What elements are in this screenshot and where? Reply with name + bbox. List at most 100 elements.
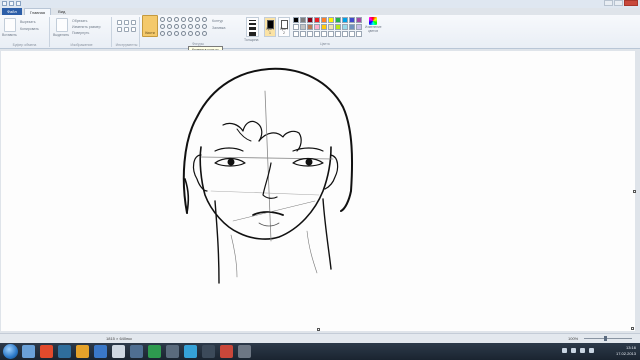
brushes-button[interactable]: Кисти [142, 15, 158, 37]
redo-icon[interactable] [16, 1, 21, 6]
size-button[interactable] [246, 17, 259, 37]
taskbar-app-icon[interactable] [58, 345, 71, 358]
hexagon-shape-icon[interactable] [181, 24, 186, 29]
curve-shape-icon[interactable] [167, 17, 172, 22]
fill-button[interactable]: Заливка [212, 26, 225, 30]
diamond-shape-icon[interactable] [167, 24, 172, 29]
arrow-down-shape-icon[interactable] [160, 31, 165, 36]
tab-home[interactable]: Главная [23, 8, 52, 15]
palette-color-swatch[interactable] [335, 17, 341, 23]
palette-color-swatch[interactable] [300, 17, 306, 23]
start-button[interactable] [3, 344, 18, 359]
eraser-icon[interactable] [117, 27, 122, 32]
star4-shape-icon[interactable] [167, 31, 172, 36]
callout-rect-shape-icon[interactable] [188, 31, 193, 36]
palette-color-swatch[interactable] [356, 17, 362, 23]
save-icon[interactable] [2, 1, 7, 6]
taskbar-app-icon[interactable] [202, 345, 215, 358]
taskbar-app-icon[interactable] [184, 345, 197, 358]
palette-color-swatch[interactable] [307, 24, 313, 30]
rectangle-shape-icon[interactable] [181, 17, 186, 22]
pencil-icon[interactable] [117, 20, 122, 25]
taskbar-app-icon[interactable] [40, 345, 53, 358]
taskbar-explorer-icon[interactable] [22, 345, 35, 358]
resize-handle-right[interactable] [633, 190, 636, 193]
palette-color-swatch[interactable] [328, 31, 334, 37]
edit-colors-button[interactable]: Изменение цветов [365, 17, 382, 37]
tab-file[interactable]: Файл [2, 8, 22, 15]
magnifier-icon[interactable] [131, 27, 136, 32]
cut-button[interactable]: Вырезать [20, 20, 36, 24]
outline-button[interactable]: Контур [212, 19, 223, 23]
palette-color-swatch[interactable] [314, 17, 320, 23]
color1-button[interactable]: Цвет 1 [264, 17, 276, 37]
palette-color-swatch[interactable] [342, 24, 348, 30]
palette-color-swatch[interactable] [328, 17, 334, 23]
palette-color-swatch[interactable] [342, 31, 348, 37]
volume-icon[interactable] [589, 348, 594, 353]
palette-color-swatch[interactable] [293, 31, 299, 37]
palette-color-swatch[interactable] [307, 17, 313, 23]
color2-button[interactable]: Цвет 2 [278, 17, 290, 37]
select-button[interactable] [56, 18, 68, 32]
zoom-slider[interactable] [584, 338, 632, 339]
tray-icon[interactable] [562, 348, 567, 353]
star5-shape-icon[interactable] [174, 31, 179, 36]
pentagon-shape-icon[interactable] [174, 24, 179, 29]
clock[interactable]: 13:16 17.02.2013 [616, 345, 636, 357]
callout-oval-shape-icon[interactable] [195, 31, 200, 36]
rounded-rectangle-shape-icon[interactable] [188, 17, 193, 22]
maximize-button[interactable] [614, 0, 623, 6]
palette-color-swatch[interactable] [356, 24, 362, 30]
palette-color-swatch[interactable] [300, 31, 306, 37]
palette-color-swatch[interactable] [314, 31, 320, 37]
minimize-button[interactable] [604, 0, 613, 6]
palette-color-swatch[interactable] [342, 17, 348, 23]
palette-color-swatch[interactable] [293, 24, 299, 30]
oval-shape-icon[interactable] [174, 17, 179, 22]
triangle-shape-icon[interactable] [202, 17, 207, 22]
tray-icon[interactable] [571, 348, 576, 353]
zoom-slider-thumb[interactable] [604, 336, 607, 341]
palette-color-swatch[interactable] [307, 31, 313, 37]
copy-button[interactable]: Копировать [20, 27, 39, 31]
taskbar-app-icon[interactable] [148, 345, 161, 358]
close-button[interactable] [624, 0, 638, 6]
star6-shape-icon[interactable] [181, 31, 186, 36]
arrow-left-shape-icon[interactable] [195, 24, 200, 29]
network-icon[interactable] [580, 348, 585, 353]
palette-color-swatch[interactable] [349, 24, 355, 30]
resize-handle-bottom[interactable] [317, 328, 320, 331]
crop-button[interactable]: Обрезать [72, 19, 87, 23]
taskbar-app-icon[interactable] [220, 345, 233, 358]
taskbar-app-icon[interactable] [76, 345, 89, 358]
resize-button[interactable]: Изменить размер [72, 25, 101, 29]
palette-color-swatch[interactable] [321, 24, 327, 30]
palette-color-swatch[interactable] [349, 31, 355, 37]
arrow-up-shape-icon[interactable] [202, 24, 207, 29]
palette-color-swatch[interactable] [321, 31, 327, 37]
taskbar-app-icon[interactable] [238, 345, 251, 358]
taskbar-paint-icon[interactable] [112, 345, 125, 358]
fill-icon[interactable] [124, 20, 129, 25]
color-picker-icon[interactable] [124, 27, 129, 32]
taskbar-app-icon[interactable] [166, 345, 179, 358]
palette-color-swatch[interactable] [293, 17, 299, 23]
tab-view[interactable]: Вид [53, 8, 70, 15]
palette-color-swatch[interactable] [335, 31, 341, 37]
drawing-canvas[interactable] [1, 51, 636, 331]
palette-color-swatch[interactable] [300, 24, 306, 30]
undo-icon[interactable] [9, 1, 14, 6]
paste-button[interactable] [4, 18, 16, 32]
text-icon[interactable] [131, 20, 136, 25]
palette-color-swatch[interactable] [314, 24, 320, 30]
palette-color-swatch[interactable] [321, 17, 327, 23]
rotate-button[interactable]: Повернуть [72, 31, 89, 35]
arrow-right-shape-icon[interactable] [188, 24, 193, 29]
polygon-shape-icon[interactable] [195, 17, 200, 22]
palette-color-swatch[interactable] [356, 31, 362, 37]
line-shape-icon[interactable] [160, 17, 165, 22]
resize-handle-corner[interactable] [631, 327, 634, 330]
palette-color-swatch[interactable] [328, 24, 334, 30]
heart-shape-icon[interactable] [202, 31, 207, 36]
